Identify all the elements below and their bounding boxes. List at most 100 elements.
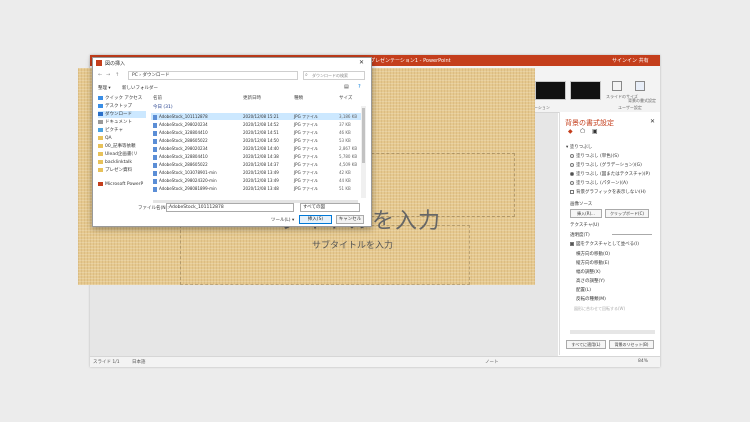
fill-icon[interactable]: ◆ (568, 128, 573, 135)
reset-bg-button[interactable]: 背景のリセット(B) (609, 340, 654, 349)
ppt-user-area[interactable]: サインイン 共有 (612, 57, 649, 64)
col-header-name[interactable]: 名前 (153, 95, 162, 101)
file-name-text: AdobeStock_328804410 (159, 130, 208, 135)
scrollbar-thumb[interactable] (362, 108, 365, 163)
search-icon: ⌕ (305, 72, 308, 78)
file-type: JPG ファイル (294, 178, 318, 183)
nav-folder-presentation[interactable]: プレゼン資料 (98, 167, 146, 174)
nav-powerpoint[interactable]: Microsoft PowerP (98, 181, 146, 188)
apply-all-button[interactable]: すべてに適用(L) (566, 340, 606, 349)
group-header-today[interactable]: 今日 (31) (153, 104, 173, 110)
radio-pattern[interactable]: 塗りつぶし (パターン)(A) (570, 180, 628, 186)
nav-folder-requests[interactable]: 00_記事等依頼 (98, 143, 146, 150)
file-size: 44 KB (339, 178, 351, 183)
file-date: 2020/12/08 14:52 (243, 122, 279, 127)
file-row[interactable]: AdobeStock_298081899-min 2020/12/08 13:48… (151, 185, 361, 192)
clipboard-button[interactable]: クリップボード(C) (605, 209, 649, 218)
radio-label: 塗りつぶし (図またはテクスチャ)(P) (576, 172, 651, 177)
file-row[interactable]: AdobeStock_298020234 2020/12/08 14:40 JPG … (151, 145, 361, 152)
new-folder-button[interactable]: 新しいフォルダー (122, 85, 158, 91)
nav-folder-backlink[interactable]: backlinktalk (98, 159, 146, 166)
file-name: AdobeStock_103078901-min (153, 169, 217, 176)
tools-menu[interactable]: ツール(L) ▾ (271, 217, 294, 223)
radio-picture[interactable]: 塗りつぶし (図またはテクスチャ)(P) (570, 171, 650, 177)
image-file-icon (153, 138, 157, 144)
file-name: AdobeStock_288605022 (153, 137, 208, 144)
status-language[interactable]: 日本語 (132, 359, 146, 365)
image-file-icon (153, 122, 157, 128)
file-size: 53 KB (339, 138, 351, 143)
format-background-pane: 背景の書式設定 ✕ ◆ ⬠ ▣ ▾ 塗りつぶし 塗りつぶし (単色)(S) 塗り… (559, 112, 660, 355)
slide-size-icon[interactable] (612, 81, 622, 91)
radio-solid[interactable]: 塗りつぶし (単色)(S) (570, 153, 619, 159)
filename-input[interactable]: AdobeStock_101112878 (166, 203, 294, 212)
file-row[interactable]: AdobeStock_328804410 2020/12/08 14:38 JPG … (151, 153, 361, 160)
slide-subtitle-text[interactable]: サブタイトルを入力 (312, 238, 393, 251)
nav-pictures[interactable]: ピクチャ (98, 127, 146, 134)
insert-picture-button[interactable]: 挿入(R)... (570, 209, 602, 218)
radio-gradient[interactable]: 塗りつぶし (グラデーション)(G) (570, 162, 642, 168)
bg-format-icon[interactable] (635, 81, 645, 91)
file-row[interactable]: AdobeStock_288605022 2020/12/08 14:37 JPG … (151, 161, 361, 168)
nav-label: ピクチャ (105, 128, 123, 133)
image-file-icon (153, 154, 157, 160)
up-icon[interactable]: ↑ (115, 72, 119, 78)
file-size: 4,509 KB (339, 162, 358, 167)
file-row[interactable]: AdobeStock_101112878 2020/12/08 15:21 JPG … (151, 113, 361, 120)
zoom-level[interactable]: 84% (638, 359, 648, 364)
nav-folder-qa[interactable]: QA (98, 135, 146, 142)
fill-section-label: 塗りつぶし (569, 145, 593, 150)
address-bar[interactable]: PC › ダウンロード (128, 71, 298, 80)
col-header-type[interactable]: 種類 (294, 95, 303, 101)
file-row[interactable]: AdobeStock_298020234 2020/12/08 14:52 JPG … (151, 121, 361, 128)
nav-quick-access[interactable]: クイック アクセス (98, 95, 146, 102)
col-header-size[interactable]: サイズ (339, 95, 352, 101)
effects-icon[interactable]: ⬠ (580, 128, 585, 135)
file-type: JPG ファイル (294, 130, 318, 135)
col-header-date[interactable]: 更新日時 (243, 95, 261, 101)
file-row[interactable]: AdobeStock_298024320-min 2020/12/08 13:49… (151, 177, 361, 184)
nav-documents[interactable]: ドキュメント (98, 119, 146, 126)
notes-button[interactable]: ノート (485, 359, 499, 365)
forward-icon[interactable]: → (106, 72, 110, 78)
file-name: AdobeStock_298020234 (153, 121, 208, 128)
view-icon[interactable]: ▤ (344, 84, 349, 90)
nav-downloads[interactable]: ダウンロード (98, 111, 146, 118)
close-icon[interactable]: ✕ (650, 118, 655, 125)
nav-folder-ulead[interactable]: Ulead企画書(リ (98, 151, 146, 158)
pane-hscroll[interactable] (570, 330, 655, 334)
file-row[interactable]: AdobeStock_288605022 2020/12/08 14:50 JPG … (151, 137, 361, 144)
dialog-toolbar: 整理 ▾ 新しいフォルダー ▤ ? (96, 84, 368, 93)
file-row[interactable]: AdobeStock_328804410 2020/12/08 14:51 JPG … (151, 129, 361, 136)
variation-thumb-4[interactable] (570, 81, 601, 100)
tile-checkbox[interactable]: 図をテクスチャとして並べる(I) (570, 241, 639, 247)
file-name-text: AdobeStock_298020234 (159, 146, 208, 151)
help-icon[interactable]: ? (358, 84, 361, 90)
nav-desktop[interactable]: デスクトップ (98, 103, 146, 110)
image-source-label: 画像ソース (570, 202, 593, 207)
search-input[interactable]: ダウンロードの検索 (303, 71, 365, 80)
file-list-scrollbar[interactable] (361, 106, 366, 198)
back-icon[interactable]: ← (98, 72, 102, 78)
cancel-button[interactable]: キャンセル (336, 215, 364, 224)
align-label: 配置(L) (576, 288, 592, 293)
filetype-select[interactable]: すべての図 (300, 203, 360, 212)
nav-label: ダウンロード (105, 112, 132, 117)
insert-button[interactable]: 挿入(S) (299, 215, 332, 224)
picture-icon[interactable]: ▣ (592, 128, 598, 135)
variation-thumb-3[interactable] (535, 81, 566, 100)
file-size: 51 KB (339, 186, 351, 191)
file-size: 46 KB (339, 130, 351, 135)
hide-bg-checkbox[interactable]: 背景グラフィックを表示しない(H) (570, 189, 646, 195)
rotate-checkbox[interactable]: 図形に合わせて回転する(W) (574, 306, 625, 312)
file-name-text: AdobeStock_103078901-min (159, 170, 217, 175)
file-name: AdobeStock_298024320-min (153, 177, 217, 184)
file-date: 2020/12/08 13:49 (243, 170, 279, 175)
fill-section-header[interactable]: ▾ 塗りつぶし (566, 144, 592, 150)
file-type: JPG ファイル (294, 122, 318, 127)
transparency-slider[interactable] (612, 234, 652, 235)
dialog-close-icon[interactable]: ✕ (359, 59, 364, 66)
file-row[interactable]: AdobeStock_103078901-min 2020/12/08 13:49… (151, 169, 361, 176)
transparency-label: 透明度(T) (570, 233, 590, 238)
organize-button[interactable]: 整理 ▾ (98, 85, 111, 91)
